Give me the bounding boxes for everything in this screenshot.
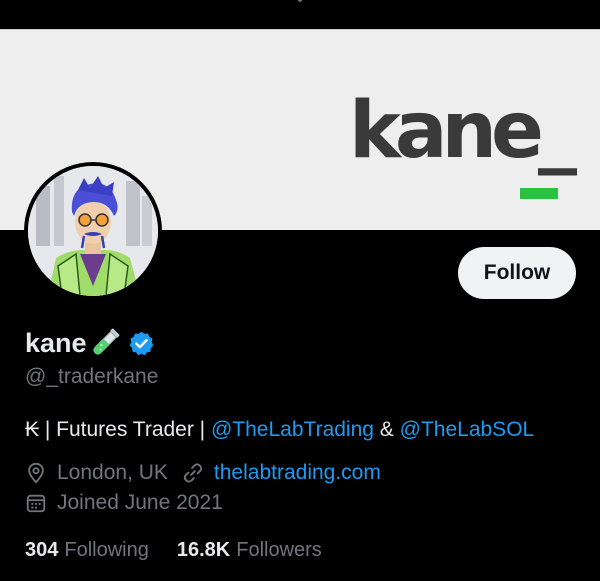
bio-separator: & bbox=[373, 418, 400, 441]
following-label: Following bbox=[64, 539, 149, 561]
joined-text: Joined June 2021 bbox=[57, 491, 223, 514]
avatar-image bbox=[28, 166, 158, 296]
profile-meta-row: London, UK thelabtrading.com bbox=[25, 461, 381, 485]
location-pin-icon bbox=[28, 462, 44, 484]
profile-page: kane_ Follow kane @_traderkane ₭ | Futur… bbox=[0, 0, 600, 581]
name-row: kane bbox=[25, 325, 155, 361]
profile-handle: @_traderkane bbox=[25, 365, 159, 388]
joined-item: Joined June 2021 bbox=[25, 491, 223, 515]
chevron-down-icon[interactable] bbox=[291, 0, 309, 6]
avatar[interactable] bbox=[24, 162, 162, 300]
link-icon bbox=[183, 463, 203, 483]
location-text: London, UK bbox=[57, 461, 168, 484]
website-item[interactable]: thelabtrading.com bbox=[182, 461, 381, 485]
following-count: 304 bbox=[25, 539, 59, 561]
following-stat[interactable]: 304 Following bbox=[25, 539, 149, 562]
follow-button[interactable]: Follow bbox=[458, 247, 576, 299]
test-tube-icon bbox=[92, 328, 119, 355]
banner-logo: kane_ bbox=[349, 86, 577, 176]
website-link[interactable]: thelabtrading.com bbox=[214, 461, 381, 485]
followers-stat[interactable]: 16.8K Followers bbox=[177, 539, 322, 562]
location-item: London, UK bbox=[25, 461, 168, 485]
verified-badge-icon[interactable] bbox=[128, 330, 155, 357]
calendar-icon bbox=[26, 494, 46, 513]
follow-stats: 304 Following 16.8K Followers bbox=[25, 539, 322, 562]
display-name: kane bbox=[25, 327, 87, 358]
bio-mention-thelabtrading[interactable]: @TheLabTrading bbox=[211, 418, 374, 441]
followers-count: 16.8K bbox=[176, 539, 231, 561]
bio-mention-thelabsol[interactable]: @TheLabSOL bbox=[400, 418, 535, 441]
followers-label: Followers bbox=[236, 539, 322, 561]
banner-logo-underscore bbox=[520, 188, 558, 199]
profile-bio: ₭ | Futures Trader | @TheLabTrading & @T… bbox=[25, 418, 534, 442]
bio-text: ₭ | Futures Trader | bbox=[25, 418, 211, 441]
joined-row: Joined June 2021 bbox=[25, 491, 223, 515]
